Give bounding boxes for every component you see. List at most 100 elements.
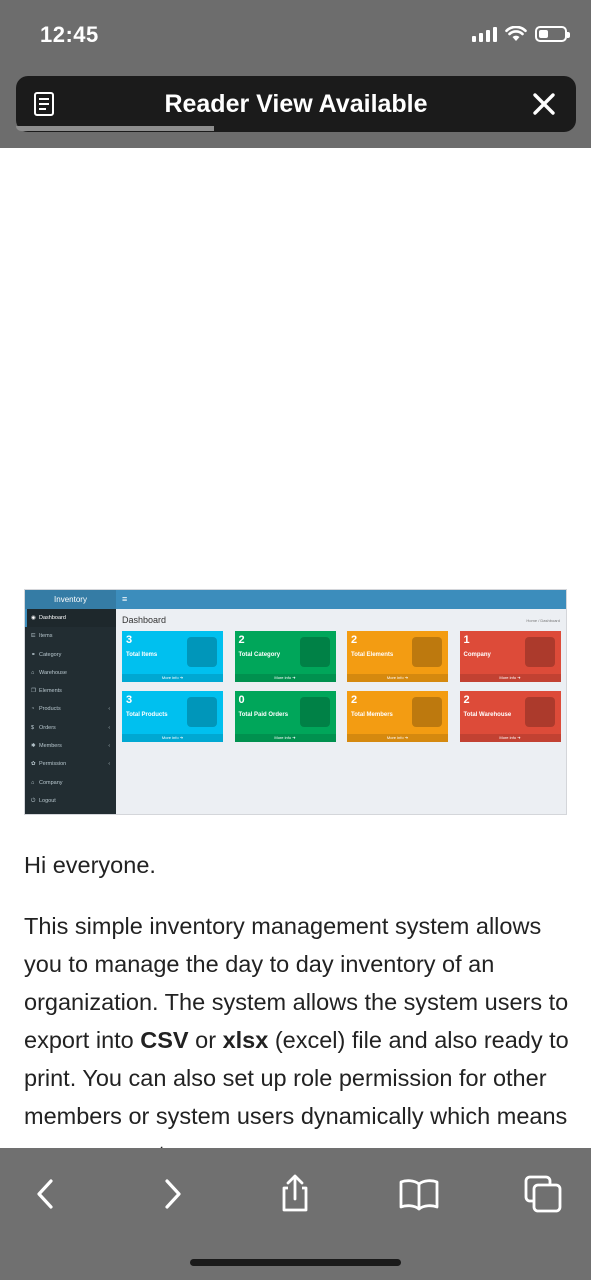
stat-box-more-info: More info ➔ xyxy=(347,674,448,682)
article-paragraph: This simple inventory management system … xyxy=(24,907,569,1148)
stat-box-label: Total Elements xyxy=(351,652,394,658)
stat-box-background-icon xyxy=(299,637,330,667)
admin-sidebar-item-permission: ✿ Permission ‹ xyxy=(25,755,116,773)
admin-sidebar-item-label: Warehouse xyxy=(39,669,67,676)
admin-stat-box: 3 Total Items More info ➔ xyxy=(122,631,223,682)
stat-box-more-info: More info ➔ xyxy=(122,734,223,742)
admin-sidebar-item-label: Items xyxy=(39,633,53,640)
reader-view-title[interactable]: Reader View Available xyxy=(16,90,576,119)
menu-icon: ≡ xyxy=(122,594,128,604)
admin-page-title: Dashboard xyxy=(122,615,167,625)
chevron-left-icon: ‹ xyxy=(108,706,110,713)
stat-box-number: 1 xyxy=(463,634,470,646)
stat-box-background-icon xyxy=(187,637,217,667)
admin-sidebar-item-icon: ⚭ xyxy=(31,651,36,658)
admin-sidebar-item-icon: ⌂ xyxy=(31,669,35,676)
stat-box-more-info: More info ➔ xyxy=(234,674,336,682)
stat-box-background-icon xyxy=(524,637,555,667)
stat-box-number: 2 xyxy=(238,634,245,646)
status-icons xyxy=(472,26,570,42)
stat-box-number: 3 xyxy=(126,634,133,646)
article-image-dashboard: Inventory ≡ ◉ Dashboard ⋿ Items ⚭ Category ⌂ Wa… xyxy=(24,589,567,815)
admin-sidebar-item-icon: ⌂ xyxy=(31,779,35,786)
stat-box-more-info: More info ➔ xyxy=(234,734,336,742)
admin-sidebar-item-warehouse: ⌂ Warehouse xyxy=(25,664,116,682)
stat-box-label: Total Products xyxy=(126,712,168,718)
stat-box-background-icon xyxy=(412,637,442,667)
tabs-icon[interactable] xyxy=(521,1172,565,1216)
admin-sidebar-item-icon: ⏻ xyxy=(31,797,36,804)
stat-box-background-icon xyxy=(187,697,217,727)
admin-sidebar-item-products: ◔ Products ‹ xyxy=(25,700,116,718)
admin-sidebar-item-members: ✱ Members ‹ xyxy=(25,737,116,755)
home-indicator[interactable] xyxy=(190,1259,401,1266)
admin-sidebar-item-label: Category xyxy=(39,651,62,658)
admin-sidebar-item-label: Members xyxy=(39,743,62,750)
admin-sidebar-item-category: ⚭ Category xyxy=(25,646,116,664)
stat-box-number: 2 xyxy=(463,694,470,706)
admin-sidebar: ◉ Dashboard ⋿ Items ⚭ Category ⌂ Warehouse ❐ Elem… xyxy=(25,609,116,814)
admin-stat-box: 2 Total Category More info ➔ xyxy=(234,631,336,682)
breadcrumb-current: Dashboard xyxy=(540,618,560,623)
admin-stat-box: 3 Total Products More info ➔ xyxy=(122,691,223,742)
admin-sidebar-item-orders: $ Orders ‹ xyxy=(25,719,116,737)
admin-sidebar-item-label: Products xyxy=(39,706,61,713)
admin-stat-box: 0 Total Paid Orders More info ➔ xyxy=(234,691,336,742)
stat-box-more-info: More info ➔ xyxy=(347,734,448,742)
admin-sidebar-item-icon: ❐ xyxy=(31,688,36,695)
admin-sidebar-item-items: ⋿ Items xyxy=(25,627,116,645)
stat-box-number: 0 xyxy=(238,694,245,706)
admin-stat-box: 2 Total Warehouse More info ➔ xyxy=(459,691,561,742)
stat-box-more-info: More info ➔ xyxy=(122,674,223,682)
admin-content: Dashboard Home / Dashboard 3 Total Items M… xyxy=(116,609,566,814)
admin-sidebar-item-label: Dashboard xyxy=(39,615,66,621)
stat-box-number: 2 xyxy=(351,634,358,646)
admin-stat-box: 1 Company More info ➔ xyxy=(459,631,561,682)
stat-box-label: Total Items xyxy=(126,652,158,658)
admin-breadcrumb: Home / Dashboard xyxy=(526,618,560,623)
stat-box-label: Total Members xyxy=(351,712,393,718)
stat-box-number: 2 xyxy=(351,694,358,706)
admin-sidebar-item-label: Permission xyxy=(39,761,67,768)
stat-box-label: Total Warehouse xyxy=(463,712,512,718)
admin-sidebar-item-icon: ◉ xyxy=(31,615,36,621)
admin-sidebar-item-icon: $ xyxy=(31,724,35,731)
bookmarks-icon[interactable] xyxy=(397,1172,441,1216)
admin-brand: Inventory xyxy=(25,590,116,609)
stat-box-more-info: More info ➔ xyxy=(459,734,561,742)
chevron-left-icon: ‹ xyxy=(108,761,110,768)
admin-sidebar-item-label: Company xyxy=(39,779,63,786)
wifi-icon xyxy=(505,26,527,41)
stat-box-background-icon xyxy=(412,697,442,727)
page-load-progress xyxy=(16,126,214,131)
paragraph-bold-csv: CSV xyxy=(140,1027,189,1053)
chevron-left-icon: ‹ xyxy=(108,724,110,731)
stat-box-background-icon xyxy=(299,697,330,727)
paragraph-text: or xyxy=(188,1027,223,1053)
share-icon[interactable] xyxy=(273,1172,317,1216)
close-icon[interactable] xyxy=(528,88,560,120)
back-icon[interactable] xyxy=(24,1172,68,1216)
stat-box-label: Company xyxy=(463,652,491,658)
admin-sidebar-item-label: Orders xyxy=(39,724,56,731)
admin-sidebar-item-dashboard: ◉ Dashboard xyxy=(25,609,116,628)
stat-box-number: 3 xyxy=(126,694,133,706)
admin-sidebar-item-icon: ✱ xyxy=(31,743,36,750)
admin-sidebar-item-label: Elements xyxy=(39,688,62,695)
stat-box-label: Total Paid Orders xyxy=(238,712,289,718)
top-area: 12:45 Reader View Available xyxy=(0,0,591,148)
stat-box-more-info: More info ➔ xyxy=(459,674,561,682)
admin-sidebar-item-icon: ⋿ xyxy=(31,633,36,640)
admin-stat-box: 2 Total Members More info ➔ xyxy=(347,691,448,742)
admin-sidebar-item-icon: ✿ xyxy=(31,761,36,768)
cellular-signal-icon xyxy=(472,26,497,42)
paragraph-bold-xlsx: xlsx xyxy=(222,1027,269,1053)
forward-icon[interactable] xyxy=(150,1172,194,1216)
chevron-left-icon: ‹ xyxy=(108,743,110,750)
admin-sidebar-item-logout: ⏻ Logout xyxy=(25,792,116,810)
admin-sidebar-item-company: ⌂ Company xyxy=(25,774,116,792)
article-greeting: Hi everyone. xyxy=(24,852,156,878)
admin-sidebar-item-elements: ❐ Elements xyxy=(25,682,116,700)
battery-icon xyxy=(535,26,570,42)
reader-view-banner[interactable]: Reader View Available xyxy=(16,76,576,132)
